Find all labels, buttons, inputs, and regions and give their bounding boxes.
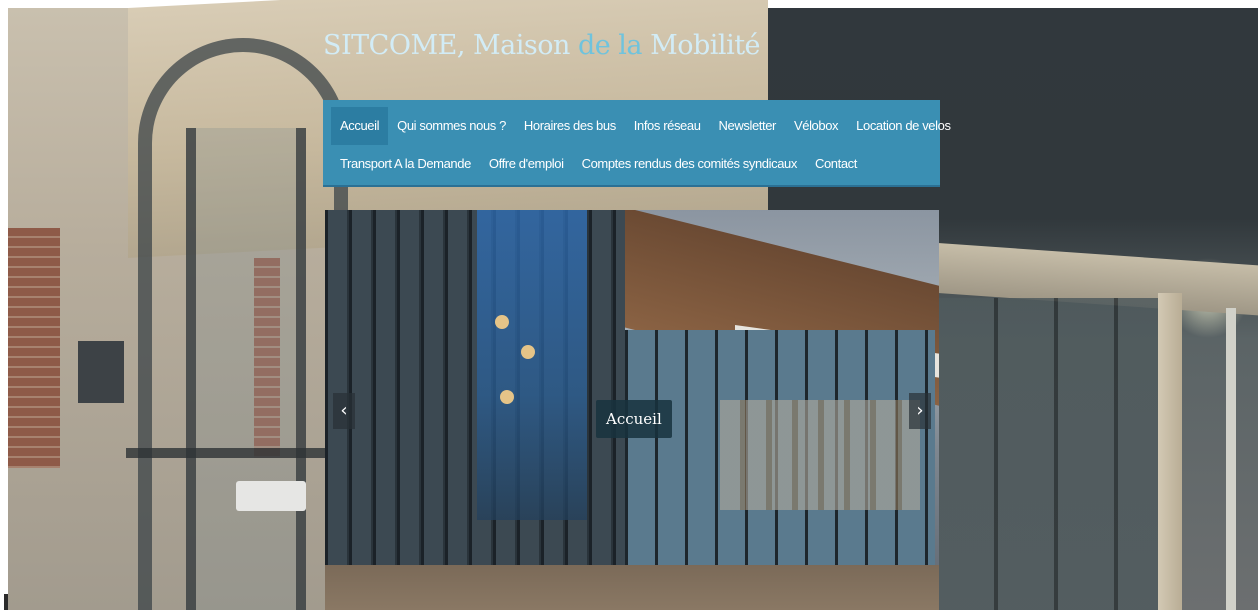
chevron-left-icon: ‹	[340, 400, 348, 421]
bg-air-conditioner	[236, 481, 306, 511]
slide-blue-reflection	[477, 210, 587, 520]
nav-item-transport-a-la-demande[interactable]: Transport A la Demande	[331, 145, 480, 183]
slider-prev-button[interactable]: ‹	[333, 393, 355, 429]
scrollbar-edge	[4, 594, 8, 610]
bg-brick-wall	[8, 228, 60, 468]
nav-item-accueil[interactable]: Accueil	[331, 107, 389, 145]
slide-ground	[325, 565, 939, 610]
slide-lamp-reflection	[495, 315, 509, 329]
chevron-right-icon: ›	[916, 400, 924, 421]
nav-item-velobox[interactable]: Vélobox	[785, 107, 847, 145]
image-slider: Accueil ‹ ›	[325, 210, 939, 610]
site-title-part1: SITCOME, Maison	[323, 30, 578, 61]
nav-row-1: Accueil Qui sommes nous ? Horaires des b…	[331, 107, 951, 145]
nav-row-2: Transport A la Demande Offre d'emploi Co…	[331, 145, 940, 183]
site-title[interactable]: SITCOME, Maison de la Mobilité	[323, 30, 761, 61]
nav-item-comptes-rendus[interactable]: Comptes rendus des comités syndicaux	[573, 145, 806, 183]
nav-item-newsletter[interactable]: Newsletter	[710, 107, 785, 145]
bg-door-bar	[126, 448, 336, 458]
nav-item-contact[interactable]: Contact	[806, 145, 866, 183]
nav-item-infos-reseau[interactable]: Infos réseau	[625, 107, 710, 145]
main-navigation: Accueil Qui sommes nous ? Horaires des b…	[323, 100, 951, 185]
site-title-part2: de la	[577, 30, 643, 61]
bg-wall-box	[78, 341, 124, 403]
slide-building-reflection	[720, 400, 920, 510]
page: SITCOME, Maison de la Mobilité Accueil Q…	[0, 0, 1258, 610]
nav-item-location-de-velos[interactable]: Location de velos	[847, 107, 959, 145]
bg-right-glass	[938, 298, 1168, 610]
slide-caption[interactable]: Accueil	[596, 400, 672, 438]
slide-lamp-reflection	[521, 345, 535, 359]
bg-door-inner	[186, 128, 306, 610]
slide-lamp-reflection	[500, 390, 514, 404]
nav-item-horaires-des-bus[interactable]: Horaires des bus	[515, 107, 625, 145]
nav-item-offre-d-emploi[interactable]: Offre d'emploi	[480, 145, 573, 183]
nav-item-qui-sommes-nous[interactable]: Qui sommes nous ?	[388, 107, 515, 145]
bg-right-column	[1158, 293, 1182, 610]
slider-next-button[interactable]: ›	[909, 393, 931, 429]
site-title-part3: Mobilité	[642, 30, 761, 61]
bg-right-post	[1226, 308, 1236, 610]
